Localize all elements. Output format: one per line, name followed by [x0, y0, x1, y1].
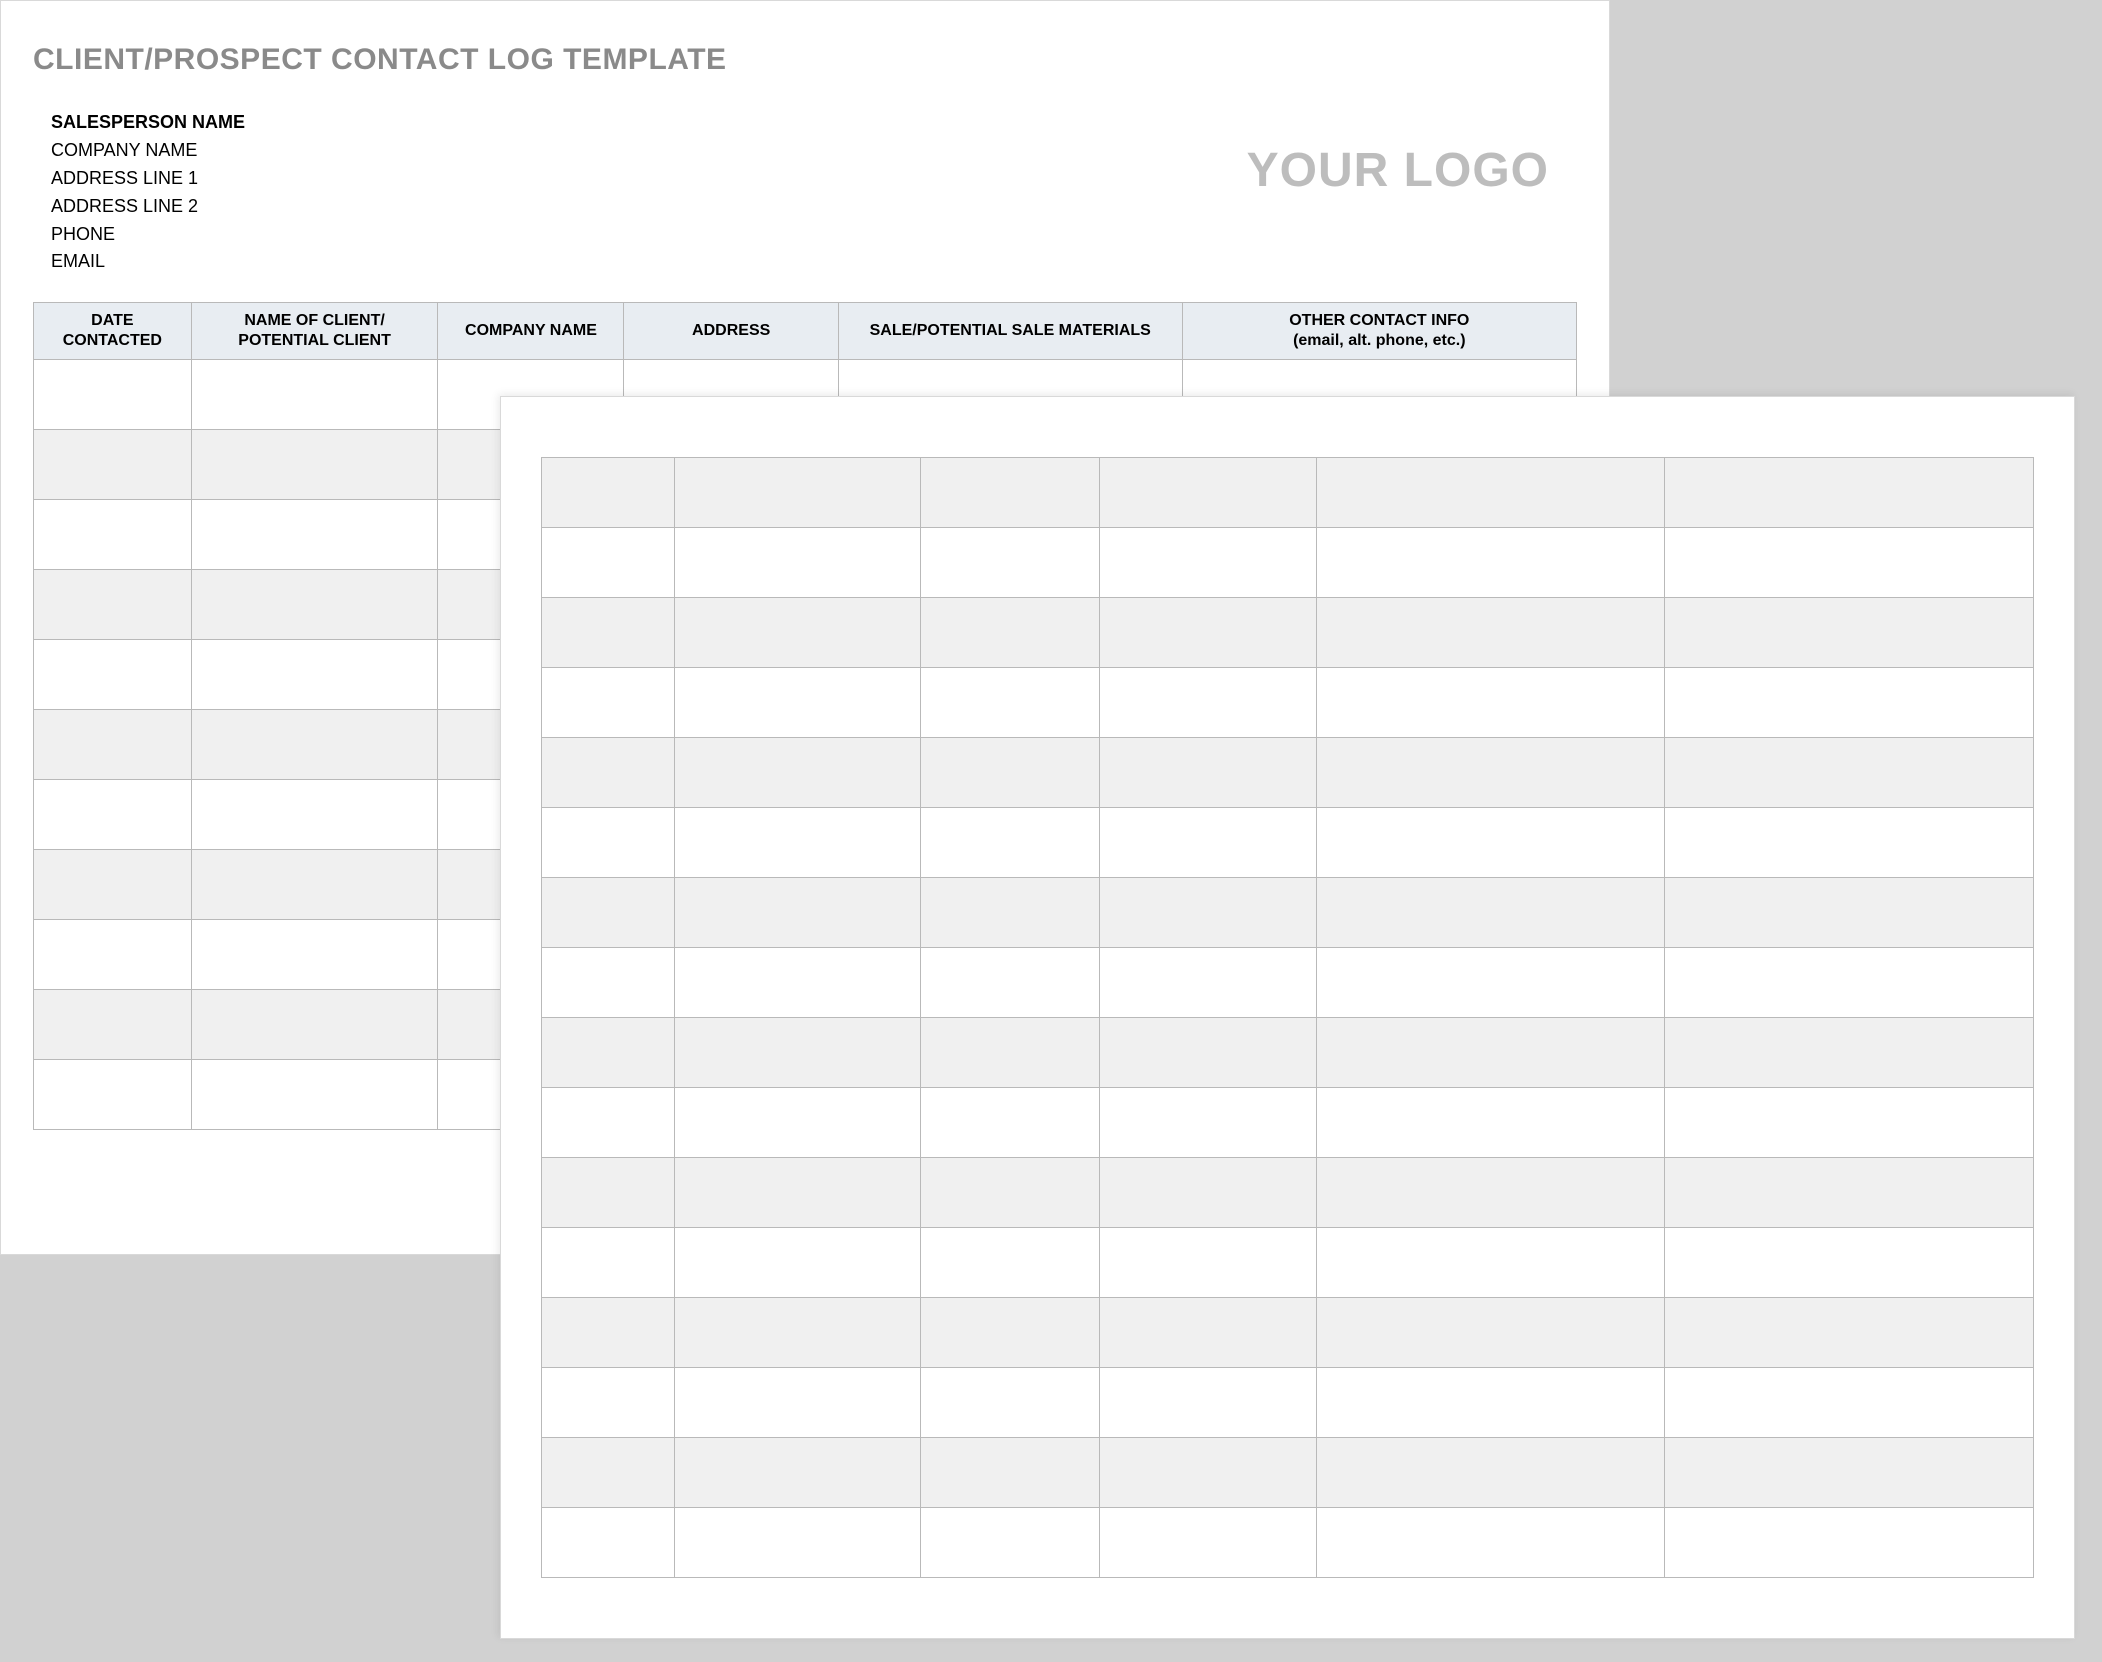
address-line-1: ADDRESS LINE 1	[51, 165, 245, 193]
table-header-row: DATE CONTACTED NAME OF CLIENT/ POTENTIAL…	[34, 303, 1577, 360]
address-line-2: ADDRESS LINE 2	[51, 193, 245, 221]
table-body-page2	[542, 458, 2034, 1578]
col-address: ADDRESS	[624, 303, 838, 360]
col-other-contact: OTHER CONTACT INFO (email, alt. phone, e…	[1182, 303, 1576, 360]
salesperson-name-label: SALESPERSON NAME	[51, 109, 245, 137]
col-date-contacted: DATE CONTACTED	[34, 303, 192, 360]
table-row	[542, 878, 2034, 948]
table-row	[542, 948, 2034, 1018]
col-other-contact-line1: OTHER CONTACT INFO	[1289, 312, 1469, 329]
table-row	[542, 1018, 2034, 1088]
table-row	[542, 1368, 2034, 1438]
col-client-name: NAME OF CLIENT/ POTENTIAL CLIENT	[191, 303, 438, 360]
company-name-line: COMPANY NAME	[51, 137, 245, 165]
table-row	[542, 1228, 2034, 1298]
col-other-contact-line2: (email, alt. phone, etc.)	[1293, 332, 1465, 349]
table-row	[542, 668, 2034, 738]
salesperson-info-block: SALESPERSON NAME COMPANY NAME ADDRESS LI…	[33, 109, 245, 276]
table-row	[542, 1298, 2034, 1368]
table-row	[542, 458, 2034, 528]
col-sale-materials: SALE/POTENTIAL SALE MATERIALS	[838, 303, 1182, 360]
col-company-name: COMPANY NAME	[438, 303, 624, 360]
email-line: EMAIL	[51, 248, 245, 276]
table-row	[542, 1438, 2034, 1508]
table-row	[542, 1508, 2034, 1578]
logo-placeholder: YOUR LOGO	[1247, 109, 1577, 198]
header-row: SALESPERSON NAME COMPANY NAME ADDRESS LI…	[33, 109, 1577, 276]
table-row	[542, 808, 2034, 878]
phone-line: PHONE	[51, 221, 245, 249]
table-row	[542, 738, 2034, 808]
contact-log-table-continued	[541, 457, 2034, 1578]
table-row	[542, 1088, 2034, 1158]
table-row	[542, 598, 2034, 668]
page-2	[500, 396, 2075, 1639]
table-row	[542, 1158, 2034, 1228]
document-title: CLIENT/PROSPECT CONTACT LOG TEMPLATE	[33, 43, 1577, 77]
table-row	[542, 528, 2034, 598]
